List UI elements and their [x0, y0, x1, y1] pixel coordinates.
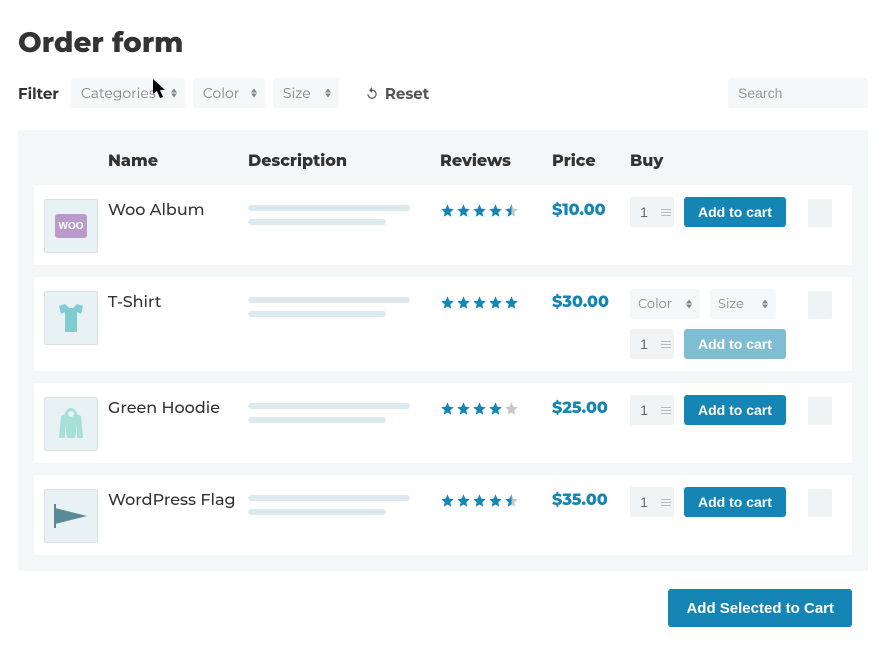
col-reviews[interactable]: Reviews — [440, 152, 552, 171]
categories-select[interactable]: Categories — [71, 78, 185, 108]
table-row: Green Hoodie $25.00 Add to cart — [34, 383, 852, 463]
quantity-stepper[interactable] — [630, 329, 674, 359]
filter-bar: Filter Categories Color Size Reset — [18, 78, 868, 108]
product-name[interactable]: WordPress Flag — [108, 487, 248, 510]
rating-stars — [440, 197, 552, 218]
quantity-input[interactable] — [630, 203, 658, 221]
buy-controls: Color Size Add to cart — [630, 289, 808, 359]
add-to-cart-button[interactable]: Add to cart — [684, 395, 786, 425]
stepper-buttons-icon[interactable] — [658, 209, 674, 216]
quantity-input[interactable] — [630, 401, 658, 419]
chevron-sort-icon — [686, 300, 692, 309]
chevron-sort-icon — [171, 89, 177, 98]
size-select-value: Size — [283, 84, 311, 102]
row-handle-icon[interactable] — [808, 489, 832, 517]
color-select-value: Color — [203, 84, 240, 102]
rating-stars — [440, 289, 552, 310]
stepper-buttons-icon[interactable] — [658, 407, 674, 414]
size-select[interactable]: Size — [273, 78, 339, 108]
buy-controls: Add to cart — [630, 197, 808, 227]
add-to-cart-button[interactable]: Add to cart — [684, 329, 786, 359]
variant-color-select[interactable]: Color — [630, 289, 700, 319]
row-handle-icon[interactable] — [808, 397, 832, 425]
row-handle-icon[interactable] — [808, 199, 832, 227]
quantity-stepper[interactable] — [630, 197, 674, 227]
quantity-stepper[interactable] — [630, 395, 674, 425]
stepper-buttons-icon[interactable] — [658, 341, 674, 348]
add-to-cart-button[interactable]: Add to cart — [684, 487, 786, 517]
rating-stars — [440, 487, 552, 508]
stepper-buttons-icon[interactable] — [658, 499, 674, 506]
table-header: Name Description Reviews Price Buy — [34, 146, 852, 185]
product-description — [248, 289, 440, 317]
buy-controls: Add to cart — [630, 395, 808, 425]
product-price: $30.00 — [552, 289, 630, 312]
filter-label: Filter — [18, 84, 59, 103]
rating-stars — [440, 395, 552, 416]
col-name[interactable]: Name — [108, 152, 248, 171]
table-row: T-Shirt $30.00Color Size Add to cart — [34, 277, 852, 371]
product-name[interactable]: T-Shirt — [108, 289, 248, 312]
page-title: Order form — [18, 26, 868, 60]
variant-size-select[interactable]: Size — [710, 289, 776, 319]
buy-controls: Add to cart — [630, 487, 808, 517]
product-price: $35.00 — [552, 487, 630, 510]
categories-select-value: Categories — [81, 84, 156, 102]
table-row: WOO Woo Album $10.00 Add to cart — [34, 185, 852, 265]
search-input[interactable] — [728, 78, 868, 108]
product-thumbnail[interactable] — [44, 291, 98, 345]
quantity-stepper[interactable] — [630, 487, 674, 517]
product-name[interactable]: Green Hoodie — [108, 395, 248, 418]
table-row: WordPress Flag $35.00 Add to cart — [34, 475, 852, 555]
svg-text:WOO: WOO — [59, 221, 84, 232]
col-price[interactable]: Price — [552, 152, 630, 171]
product-price: $10.00 — [552, 197, 630, 220]
product-thumbnail[interactable] — [44, 397, 98, 451]
product-price: $25.00 — [552, 395, 630, 418]
product-description — [248, 487, 440, 515]
reset-button[interactable]: Reset — [365, 84, 429, 103]
product-description — [248, 395, 440, 423]
col-buy: Buy — [630, 152, 808, 171]
product-table: Name Description Reviews Price Buy WOO Wo… — [18, 130, 868, 571]
row-handle-icon[interactable] — [808, 291, 832, 319]
chevron-sort-icon — [762, 300, 768, 309]
product-name[interactable]: Woo Album — [108, 197, 248, 220]
color-select[interactable]: Color — [193, 78, 265, 108]
add-selected-button[interactable]: Add Selected to Cart — [668, 589, 852, 627]
product-description — [248, 197, 440, 225]
quantity-input[interactable] — [630, 335, 658, 353]
undo-icon — [365, 86, 379, 100]
reset-label: Reset — [385, 84, 429, 103]
add-to-cart-button[interactable]: Add to cart — [684, 197, 786, 227]
chevron-sort-icon — [325, 89, 331, 98]
product-thumbnail[interactable]: WOO — [44, 199, 98, 253]
chevron-sort-icon — [251, 89, 257, 98]
product-thumbnail[interactable] — [44, 489, 98, 543]
col-description[interactable]: Description — [248, 152, 440, 171]
quantity-input[interactable] — [630, 493, 658, 511]
